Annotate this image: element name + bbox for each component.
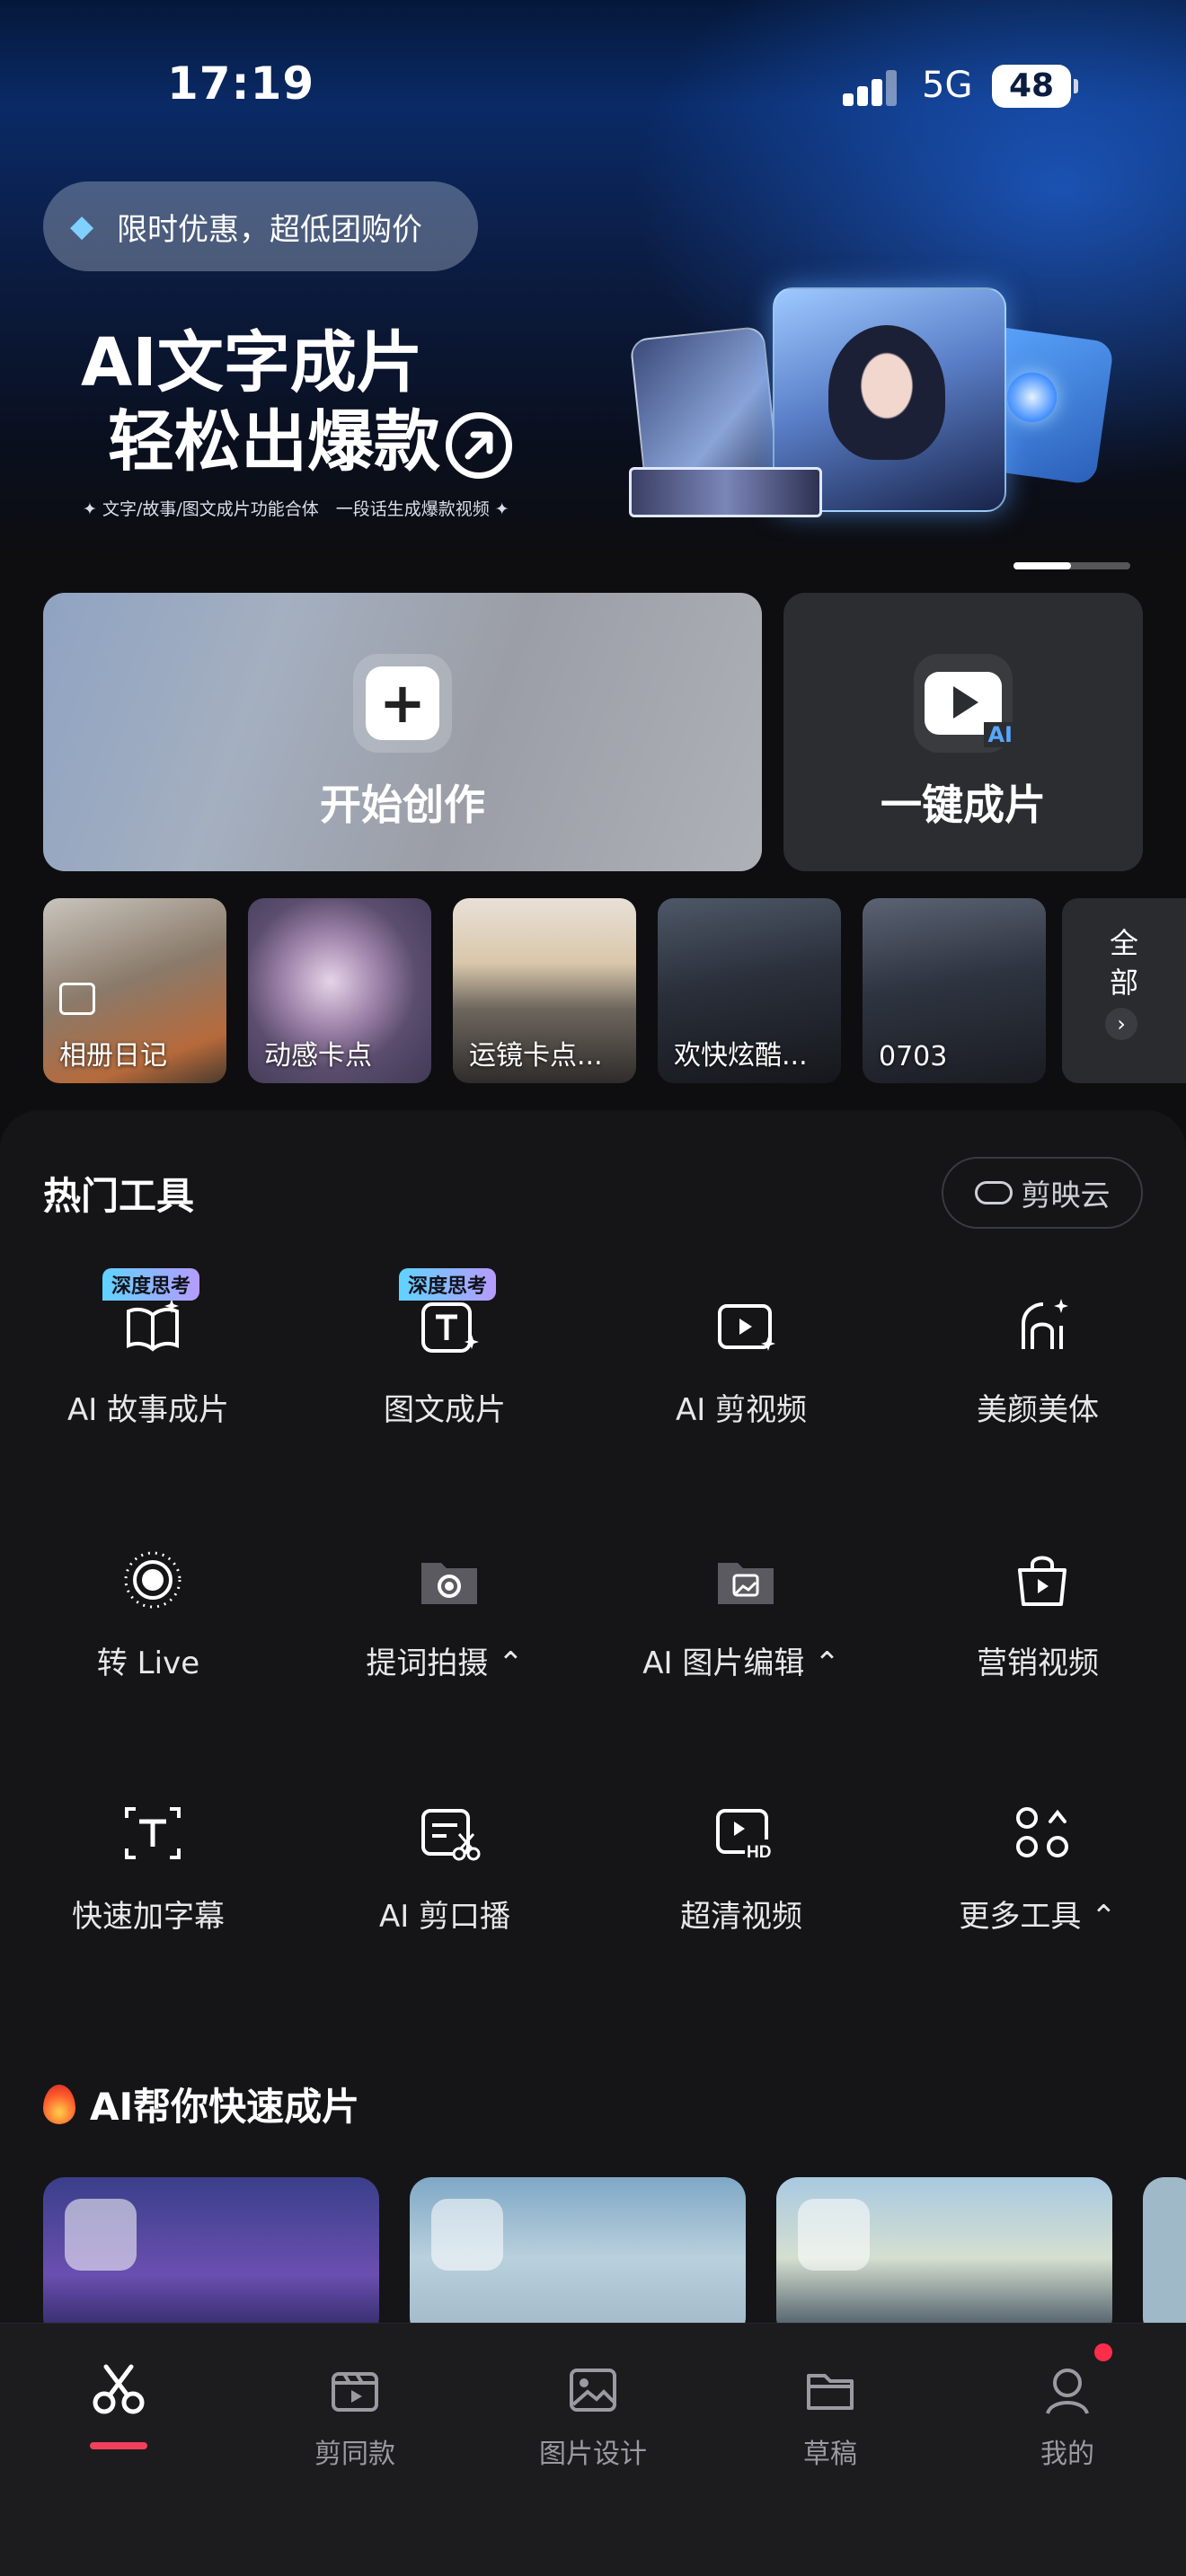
more-tools-icon	[1011, 1802, 1074, 1865]
promo-pill[interactable]: ◆ 限时优惠，超低团购价	[43, 181, 478, 271]
tool-item[interactable]: 转 Live	[0, 1548, 296, 1728]
tool-item[interactable]: 深度思考 AI 故事成片	[0, 1268, 296, 1475]
tool-item[interactable]: 快速加字幕	[0, 1802, 296, 1981]
image-icon	[564, 2361, 622, 2419]
shopping-bag-icon	[1011, 1548, 1074, 1611]
plus-icon: +	[353, 654, 452, 753]
ai-card[interactable]	[43, 2177, 379, 2339]
one-click-button[interactable]: AI 一键成片	[783, 593, 1143, 871]
template-strip: 相册日记 动感卡点 运镜卡点... 欢快炫酷... 0703 全部 ›	[43, 898, 1186, 1083]
scissors-icon	[90, 2361, 147, 2419]
text-sparkle-icon	[798, 2199, 870, 2271]
face-sparkle-icon	[1011, 1295, 1074, 1358]
tab-edit[interactable]	[29, 2361, 208, 2496]
network-label: 5G	[922, 65, 973, 106]
tool-label: AI 剪视频	[675, 1392, 808, 1428]
banner-title[interactable]: AI文字成片 轻松出爆款	[81, 323, 512, 481]
deep-think-badge: 深度思考	[102, 1268, 200, 1301]
chevron-right-icon: ›	[1105, 1008, 1137, 1040]
template-card[interactable]: 运镜卡点...	[453, 898, 636, 1083]
tool-label: AI 剪口播	[378, 1899, 511, 1935]
tool-label: 营销视频	[977, 1645, 1099, 1681]
caption-icon	[121, 1802, 184, 1865]
templates-all-label: 全部	[1109, 926, 1138, 1000]
tool-label: AI 故事成片	[66, 1392, 230, 1428]
ai-cards	[43, 2177, 1186, 2339]
video-sparkle-icon	[431, 2199, 503, 2271]
cloud-button[interactable]: 剪映云	[942, 1157, 1143, 1229]
tool-label: 提词拍摄 ⌃	[366, 1645, 524, 1681]
clapper-icon	[326, 2361, 384, 2419]
banner-illustration	[629, 260, 1115, 530]
banner-title-line2: 轻松出爆款	[108, 403, 440, 481]
template-card[interactable]: 0703	[863, 898, 1046, 1083]
banner-title-line1: AI文字成片	[81, 324, 423, 401]
start-create-label: 开始创作	[320, 781, 485, 829]
template-card[interactable]: 动感卡点	[248, 898, 431, 1083]
tool-item[interactable]: 营销视频	[890, 1548, 1186, 1728]
video-sparkle-icon	[714, 1295, 777, 1358]
banner-subtitle: ✦ 文字/故事/图文成片功能合体 一段话生成爆款视频 ✦	[83, 499, 509, 519]
flame-icon	[43, 2084, 75, 2124]
tool-label: AI 图片编辑 ⌃	[642, 1645, 840, 1681]
tool-item[interactable]: 提词拍摄 ⌃	[296, 1548, 593, 1728]
diamond-icon: ◆	[70, 208, 94, 244]
tab-image-design[interactable]: 图片设计	[503, 2361, 683, 2496]
hd-video-icon: HD	[714, 1802, 777, 1865]
tab-templates[interactable]: 剪同款	[265, 2361, 445, 2496]
camera-folder-icon	[418, 1548, 481, 1611]
text-sparkle-icon	[418, 1295, 481, 1358]
battery-icon: 48	[992, 65, 1078, 108]
ai-card[interactable]	[410, 2177, 746, 2339]
ai-play-icon: AI	[914, 654, 1016, 753]
tool-item[interactable]: HD 超清视频	[593, 1802, 890, 1981]
live-icon	[121, 1548, 184, 1611]
arrow-up-right-icon	[446, 412, 512, 480]
tab-drafts[interactable]: 草稿	[740, 2361, 920, 2496]
one-click-label: 一键成片	[881, 781, 1046, 829]
active-tab-indicator	[90, 2442, 147, 2449]
tab-profile[interactable]: 我的	[978, 2361, 1157, 2496]
image-folder-icon	[714, 1548, 777, 1611]
ai-card[interactable]	[1143, 2177, 1186, 2339]
book-sparkle-icon	[65, 2199, 137, 2271]
ai-section-title: AI帮你快速成片	[43, 2077, 359, 2131]
tool-label: 图文成片	[384, 1392, 506, 1428]
tool-label: 更多工具 ⌃	[959, 1899, 1117, 1935]
ai-card[interactable]	[776, 2177, 1112, 2339]
folder-icon	[801, 2361, 859, 2419]
notification-dot	[1094, 2343, 1112, 2361]
tool-item[interactable]: AI 图片编辑 ⌃	[593, 1548, 890, 1728]
tool-item[interactable]: AI 剪口播	[296, 1802, 593, 1981]
tool-label: 快速加字幕	[72, 1899, 225, 1935]
deep-think-badge: 深度思考	[399, 1268, 497, 1301]
template-card[interactable]: 欢快炫酷...	[658, 898, 841, 1083]
status-bar: 17:19 5G 48	[0, 0, 1186, 171]
tool-item[interactable]: 美颜美体	[890, 1295, 1186, 1475]
templates-all-button[interactable]: 全部 ›	[1062, 898, 1186, 1083]
promo-label: 限时优惠，超低团购价	[117, 211, 422, 248]
text-scissors-icon	[418, 1802, 481, 1865]
tool-label: 转 Live	[96, 1645, 200, 1681]
start-create-button[interactable]: + 开始创作	[43, 593, 762, 871]
status-time: 17:19	[167, 57, 315, 110]
hot-tools-title: 热门工具	[43, 1174, 195, 1218]
tool-item[interactable]: AI 剪视频	[593, 1295, 890, 1475]
tab-bar: 剪同款 图片设计 草稿 我的	[0, 2323, 1186, 2576]
cloud-icon	[974, 1181, 1013, 1204]
svg-text:HD: HD	[747, 1843, 771, 1862]
tool-label: 超清视频	[680, 1899, 802, 1935]
tool-item[interactable]: 深度思考 图文成片	[296, 1268, 593, 1475]
photo-add-icon	[59, 983, 95, 1015]
banner-pager	[1013, 562, 1130, 569]
tool-item[interactable]: 更多工具 ⌃	[890, 1802, 1186, 1981]
book-sparkle-icon	[121, 1295, 184, 1358]
user-icon	[1039, 2361, 1096, 2419]
signal-icon	[843, 68, 898, 106]
tool-label: 美颜美体	[977, 1392, 1099, 1428]
template-card[interactable]: 相册日记	[43, 898, 226, 1083]
